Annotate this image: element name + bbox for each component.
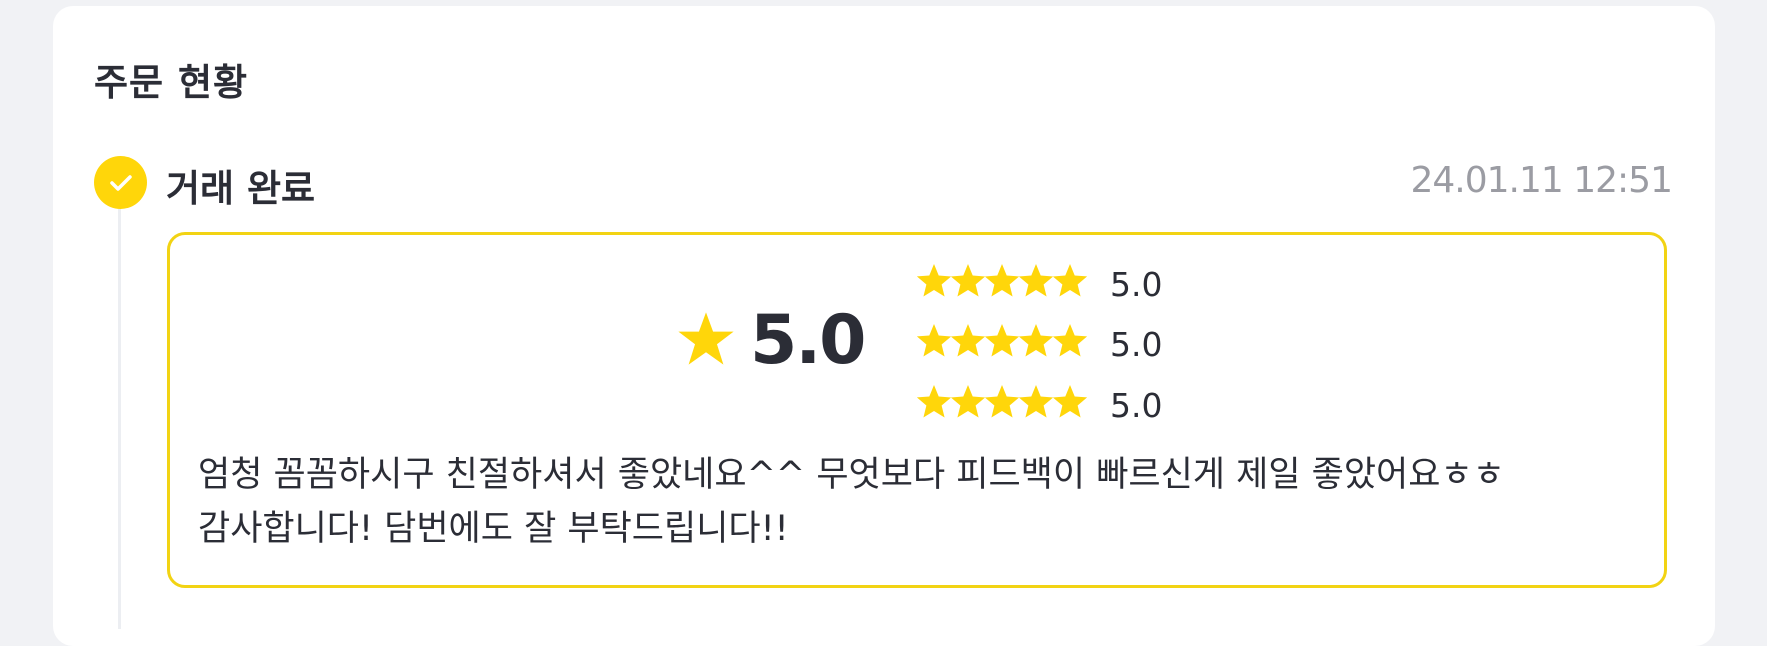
star-icon xyxy=(984,324,1020,357)
star-rating xyxy=(917,264,1087,297)
star-icon xyxy=(950,385,986,418)
star-icon xyxy=(1018,264,1054,297)
star-icon xyxy=(1018,324,1054,357)
star-icon xyxy=(984,264,1020,297)
rating-score: 5.0 xyxy=(1110,265,1163,304)
star-icon xyxy=(917,324,952,357)
star-rating xyxy=(917,324,1087,357)
review-text-line: 감사합니다! 담번에도 잘 부탁드립니다!! xyxy=(198,509,789,549)
star-icon xyxy=(950,324,986,357)
star-icon xyxy=(917,385,952,418)
overall-score: 5.0 xyxy=(750,301,866,380)
status-label: 거래 완료 xyxy=(166,167,316,210)
star-rating xyxy=(917,385,1087,418)
review-text: 엄청 꼼꼼하시구 친절하셔서 좋았네요^^ 무엇보다 피드백이 빠르신게 제일 … xyxy=(198,448,1618,556)
rating-score: 5.0 xyxy=(1110,386,1163,425)
status-timestamp: 24.01.11 12:51 xyxy=(1410,160,1673,201)
star-icon xyxy=(950,264,986,297)
star-icon xyxy=(1052,324,1087,357)
review-text-line: 엄청 꼼꼼하시구 친절하셔서 좋았네요^^ 무엇보다 피드백이 빠르신게 제일 … xyxy=(198,455,1505,495)
rating-score: 5.0 xyxy=(1110,325,1163,364)
star-icon xyxy=(678,312,734,365)
star-icon xyxy=(1052,264,1087,297)
star-icon xyxy=(1052,385,1087,418)
star-icon xyxy=(1018,385,1054,418)
check-icon xyxy=(94,156,147,209)
star-icon xyxy=(917,264,952,297)
star-icon xyxy=(984,385,1020,418)
timeline-line xyxy=(118,209,121,629)
section-title: 주문 현황 xyxy=(94,61,249,104)
